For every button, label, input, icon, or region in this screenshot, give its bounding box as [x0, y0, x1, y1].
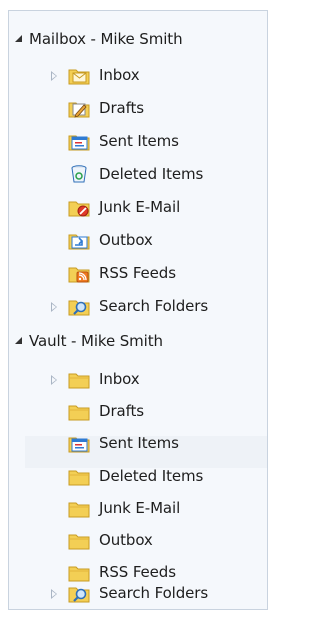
folder-label: Inbox: [99, 370, 140, 388]
folder-icon: [68, 401, 90, 421]
folder-row-deleted-items[interactable]: Deleted Items: [9, 160, 267, 190]
expand-arrow-icon[interactable]: [51, 302, 57, 312]
expand-arrow-icon[interactable]: [51, 71, 57, 81]
rss-folder-icon: [68, 263, 90, 283]
folder-row-junk-email[interactable]: Junk E-Mail: [9, 494, 267, 524]
folder-row-outbox[interactable]: Outbox: [9, 526, 267, 556]
folder-row-deleted-items[interactable]: Deleted Items: [9, 462, 267, 492]
folder-row-inbox[interactable]: Inbox: [9, 61, 267, 91]
folder-label: Deleted Items: [99, 467, 204, 485]
account-title: Vault - Mike Smith: [29, 332, 163, 350]
folder-label: Outbox: [99, 531, 153, 549]
folder-icon: [68, 466, 90, 486]
folder-row-drafts[interactable]: Drafts: [9, 397, 267, 427]
folder-label: Sent Items: [99, 132, 179, 150]
folder-icon: [68, 530, 90, 550]
sent-items-folder-icon: [68, 131, 90, 151]
drafts-folder-icon: [68, 98, 90, 118]
outbox-folder-icon: [68, 230, 90, 250]
folder-row-outbox[interactable]: Outbox: [9, 226, 267, 256]
folder-label: Outbox: [99, 231, 153, 249]
folder-pane: Mailbox - Mike Smith Inbox Drafts Sent I…: [8, 10, 268, 610]
sent-items-folder-icon: [68, 433, 90, 453]
search-folder-icon: [68, 296, 90, 316]
folder-row-drafts[interactable]: Drafts: [9, 94, 267, 124]
folder-row-search-folders[interactable]: Search Folders: [9, 292, 267, 322]
collapse-triangle-icon[interactable]: [15, 35, 22, 42]
folder-label: Drafts: [99, 402, 145, 420]
expand-arrow-icon[interactable]: [51, 375, 57, 385]
folder-label: Junk E-Mail: [99, 499, 181, 517]
folder-row-rss-feeds[interactable]: RSS Feeds: [9, 259, 267, 289]
folder-label: Search Folders: [99, 297, 209, 315]
expand-arrow-icon[interactable]: [51, 589, 57, 599]
folder-row-search-folders[interactable]: Search Folders: [9, 579, 267, 609]
folder-label: Drafts: [99, 99, 145, 117]
inbox-folder-icon: [68, 65, 90, 85]
account-header-vault[interactable]: Vault - Mike Smith: [9, 329, 267, 355]
collapse-triangle-icon[interactable]: [15, 337, 22, 344]
folder-label: RSS Feeds: [99, 264, 176, 282]
folder-label: Search Folders: [99, 584, 209, 602]
search-folder-icon: [68, 583, 90, 603]
junk-folder-icon: [68, 197, 90, 217]
recycle-bin-icon: [68, 164, 90, 184]
folder-row-sent-items[interactable]: Sent Items: [9, 429, 267, 459]
folder-label: Sent Items: [99, 434, 179, 452]
folder-row-sent-items[interactable]: Sent Items: [9, 127, 267, 157]
account-header-mailbox[interactable]: Mailbox - Mike Smith: [9, 27, 267, 53]
account-title: Mailbox - Mike Smith: [29, 30, 183, 48]
folder-label: Junk E-Mail: [99, 198, 181, 216]
folder-label: Deleted Items: [99, 165, 204, 183]
folder-row-junk-email[interactable]: Junk E-Mail: [9, 193, 267, 223]
folder-row-inbox[interactable]: Inbox: [9, 365, 267, 395]
folder-icon: [68, 369, 90, 389]
folder-label: Inbox: [99, 66, 140, 84]
folder-icon: [68, 498, 90, 518]
